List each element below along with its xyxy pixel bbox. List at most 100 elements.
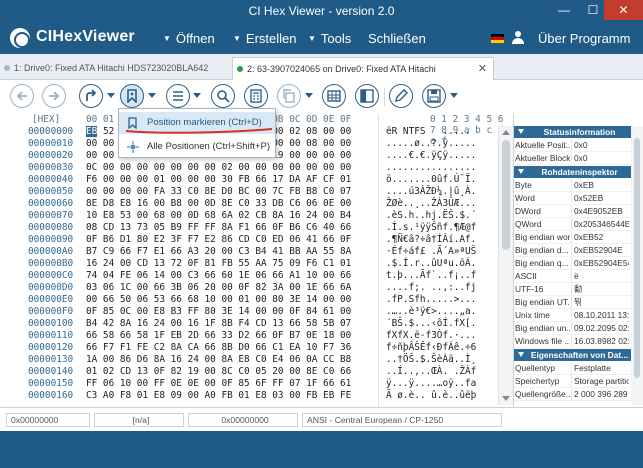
row-ascii[interactable]: ..Í..‚..ŒÀ. .ŽÀf [386, 366, 476, 378]
row-ascii[interactable]: ....f;. ..‚:..fj [386, 282, 476, 294]
panel-property-row[interactable]: Big endian UT... 뭒 [514, 296, 631, 309]
row-hex-bytes[interactable]: 00 00 00 00 FA 33 C0 8E D0 BC 00 7C FB B… [86, 186, 351, 198]
row-hex-bytes[interactable]: F6 00 00 00 01 00 00 00 30 FB 66 17 DA A… [86, 174, 351, 186]
panel-property-row[interactable]: Quellengröße...2 000 396 289 024 [514, 388, 631, 401]
row-ascii[interactable]: t.þ...Ãf`..f¡..f [386, 270, 476, 282]
panel-property-row[interactable]: ASCII ë [514, 270, 631, 283]
row-ascii[interactable]: ö.......0ûf.Ú¯Ï. [386, 174, 476, 186]
row-hex-bytes[interactable]: B4 42 8A 16 24 00 16 1F 8B F4 CD 13 66 5… [86, 318, 351, 330]
menu-open[interactable]: ▼ Öffnen [163, 31, 215, 46]
menu-about[interactable]: Über Programm [538, 31, 630, 46]
minimize-button[interactable]: — [549, 0, 579, 20]
goto-dropdown-arrow[interactable] [107, 93, 115, 98]
row-hex-bytes[interactable]: 66 F7 F1 FE C2 8A CA 66 8B D0 66 C1 EA 1… [86, 342, 351, 354]
menu-tools[interactable]: ▼ Tools [308, 31, 351, 46]
row-hex-bytes[interactable]: C3 A0 F8 01 E8 09 00 A0 FB 01 E8 03 00 F… [86, 390, 351, 402]
tab-partition[interactable]: 2: 63-3907024065 on Drive0: Fixed ATA Hi… [232, 57, 494, 96]
row-hex-bytes[interactable]: 0F B6 D1 80 E2 3F F7 E2 86 CD C0 ED 06 4… [86, 234, 351, 246]
row-hex-bytes[interactable]: 10 E8 53 00 68 00 0D 68 6A 02 CB 8A 16 2… [86, 210, 351, 222]
row-hex-bytes[interactable]: 74 04 FE 06 14 00 C3 66 60 1E 06 66 A1 1… [86, 270, 351, 282]
row-ascii[interactable]: .èS.h..hj.ËŠ.$.´ [386, 210, 476, 222]
panel-property-row[interactable]: QWord 0x205346544E9052EB [514, 218, 631, 231]
panel-scrollbar[interactable] [631, 126, 643, 405]
row-ascii[interactable]: fXfX.ë-f3Òf.·... [386, 330, 476, 342]
row-ascii[interactable]: ·Éf÷áf£ .Ã´A»ªUŠ [386, 246, 476, 258]
panel-property-row[interactable]: Windows file ...16.03.8982 02:54:35 [514, 335, 631, 348]
forward-button[interactable] [42, 84, 66, 108]
row-ascii[interactable]: f÷ñþÂŠÊf‹ÐfÁê.÷6 [386, 342, 476, 354]
row-hex-bytes[interactable]: 08 CD 13 73 05 B9 FF FF 8A F1 66 0F B6 C… [86, 222, 351, 234]
panel-property-row[interactable]: Big endian q...0xEB52904E54465320 [514, 257, 631, 270]
table-button[interactable] [322, 84, 346, 108]
row-ascii[interactable]: .fP.Sfh.....>... [386, 294, 476, 306]
panel-property-row[interactable]: Word 0x52EB [514, 192, 631, 205]
scroll-thumb[interactable] [502, 140, 510, 250]
row-ascii[interactable]: .....ø..?.ÿ..... [386, 138, 476, 150]
row-ascii[interactable]: ëR NTFS ..... [386, 126, 471, 138]
save-dropdown-arrow[interactable] [450, 93, 458, 98]
user-icon[interactable] [511, 31, 525, 45]
copy-dropdown-arrow[interactable] [305, 93, 313, 98]
calculator-button[interactable] [244, 84, 268, 108]
row-ascii[interactable]: ....ú3ÀŽÐ¼.|û¸À. [386, 186, 476, 198]
list-dropdown-arrow[interactable] [193, 93, 201, 98]
row-hex-bytes[interactable]: 03 06 1C 00 66 3B 06 20 00 0F 82 3A 00 1… [86, 282, 351, 294]
row-ascii[interactable]: ŽØè..¸..ŽÀ3ÛÆ... [386, 198, 476, 210]
selected-byte[interactable]: EB [86, 126, 98, 137]
row-ascii[interactable]: .Í.s.¹ÿÿŠñf.¶Æ@f [386, 222, 476, 234]
row-hex-bytes[interactable]: 66 58 66 58 1F EB 2D 66 33 D2 66 0F B7 0… [86, 330, 351, 342]
copy-button[interactable] [277, 84, 301, 108]
menu-close[interactable]: Schließen [368, 31, 426, 46]
scroll-down-icon[interactable] [502, 396, 510, 401]
save-button[interactable] [422, 84, 446, 108]
status-encoding[interactable]: ANSI - Central European / CP-1250 [302, 413, 502, 427]
panel-property-row[interactable]: DWord 0x4E9052EB [514, 205, 631, 218]
bookmark-dropdown-arrow[interactable] [148, 93, 156, 98]
goto-button[interactable] [79, 84, 103, 108]
row-ascii[interactable]: Ã ø.è.. û.è..ûëþ [386, 390, 476, 402]
row-hex-bytes[interactable]: 0F 85 0C 00 E8 B3 FF 80 3E 14 00 00 0F 8… [86, 306, 351, 318]
panel-property-row[interactable]: UTF-16 勫 [514, 283, 631, 296]
panel-section-header[interactable]: Eigenschaften von Dat... [514, 349, 631, 361]
scroll-up-icon[interactable] [502, 130, 510, 135]
menu-item-all-positions[interactable]: Alle Positionen (Ctrl+Shift+P) [119, 136, 275, 158]
row-ascii[interactable]: ..†ÖŠ.$.ŠèÀä..Ì¸ [386, 354, 476, 366]
row-ascii[interactable]: ....€.€.ÿÇÿ..... [386, 150, 476, 162]
panel-property-row[interactable]: Aktueller Block 0x0 [514, 152, 631, 165]
panel-property-row[interactable]: Speichertyp Storage partition [514, 375, 631, 388]
panel-section-header[interactable]: Rohdateninspektor [514, 166, 631, 178]
bookmark-button[interactable] [120, 84, 144, 108]
panel-property-row[interactable]: Big endian word 0xEB52 [514, 231, 631, 244]
back-button[interactable] [10, 84, 34, 108]
row-hex-bytes[interactable]: B7 C9 66 F7 E1 66 A3 20 00 C3 B4 41 BB A… [86, 246, 351, 258]
edit-button[interactable] [389, 84, 413, 108]
panel-property-row[interactable]: Unix time 08.10.2011 13:44:43 [514, 309, 631, 322]
hex-scrollbar[interactable] [498, 126, 513, 405]
row-ascii[interactable]: ÿ...ÿ....…oÿ..fa [386, 378, 476, 390]
row-ascii[interactable]: .…..è³ÿ€>....„a. [386, 306, 476, 318]
row-ascii[interactable]: ´BŠ.$...‹ôÍ.fX[. [386, 318, 476, 330]
tab-drive0[interactable]: 1: Drive0: Fixed ATA Hitachi HDS723020BL… [0, 57, 220, 80]
close-button[interactable]: ✕ [604, 0, 643, 20]
row-hex-bytes[interactable]: FF 06 10 00 FF 0E 0E 00 0F 85 6F FF 07 1… [86, 378, 351, 390]
split-view-button[interactable] [355, 84, 379, 108]
panel-property-row[interactable]: Byte 0xEB [514, 179, 631, 192]
language-flag-icon[interactable] [491, 34, 504, 43]
panel-property-row[interactable]: Quellentyp Festplatte [514, 362, 631, 375]
panel-section-header[interactable]: Statusinformation [514, 126, 631, 138]
row-hex-bytes[interactable]: 00 66 50 06 53 66 68 10 00 01 00 80 3E 1… [86, 294, 351, 306]
row-ascii[interactable]: .$.Í.r..ûUªu.öÁ. [386, 258, 476, 270]
row-hex-bytes[interactable]: 1A 00 86 D6 8A 16 24 00 8A E8 C0 E4 06 0… [86, 354, 351, 366]
panel-property-row[interactable]: Aktuelle Posit... 0x0 [514, 139, 631, 152]
row-hex-bytes[interactable]: 0C 00 00 00 00 00 00 00 02 00 00 00 00 0… [86, 162, 351, 174]
row-hex-bytes[interactable]: 8E D8 E8 16 00 B8 00 0D 8E C0 33 DB C6 0… [86, 198, 351, 210]
panel-property-row[interactable]: Big endian d... 0xEB52904E [514, 244, 631, 257]
search-button[interactable] [211, 84, 235, 108]
list-button[interactable] [166, 84, 190, 108]
row-ascii[interactable]: ................ [386, 162, 476, 174]
panel-property-row[interactable]: Big endian un...09.02.2095 02:31:42 [514, 322, 631, 335]
tab-close-icon[interactable]: ✕ [478, 58, 487, 80]
menu-create[interactable]: ▼ Erstellen [233, 31, 297, 46]
row-ascii[interactable]: .¶Ñ€â?÷â†ÍÀí.Af. [386, 234, 476, 246]
panel-scroll-thumb[interactable] [634, 138, 640, 378]
